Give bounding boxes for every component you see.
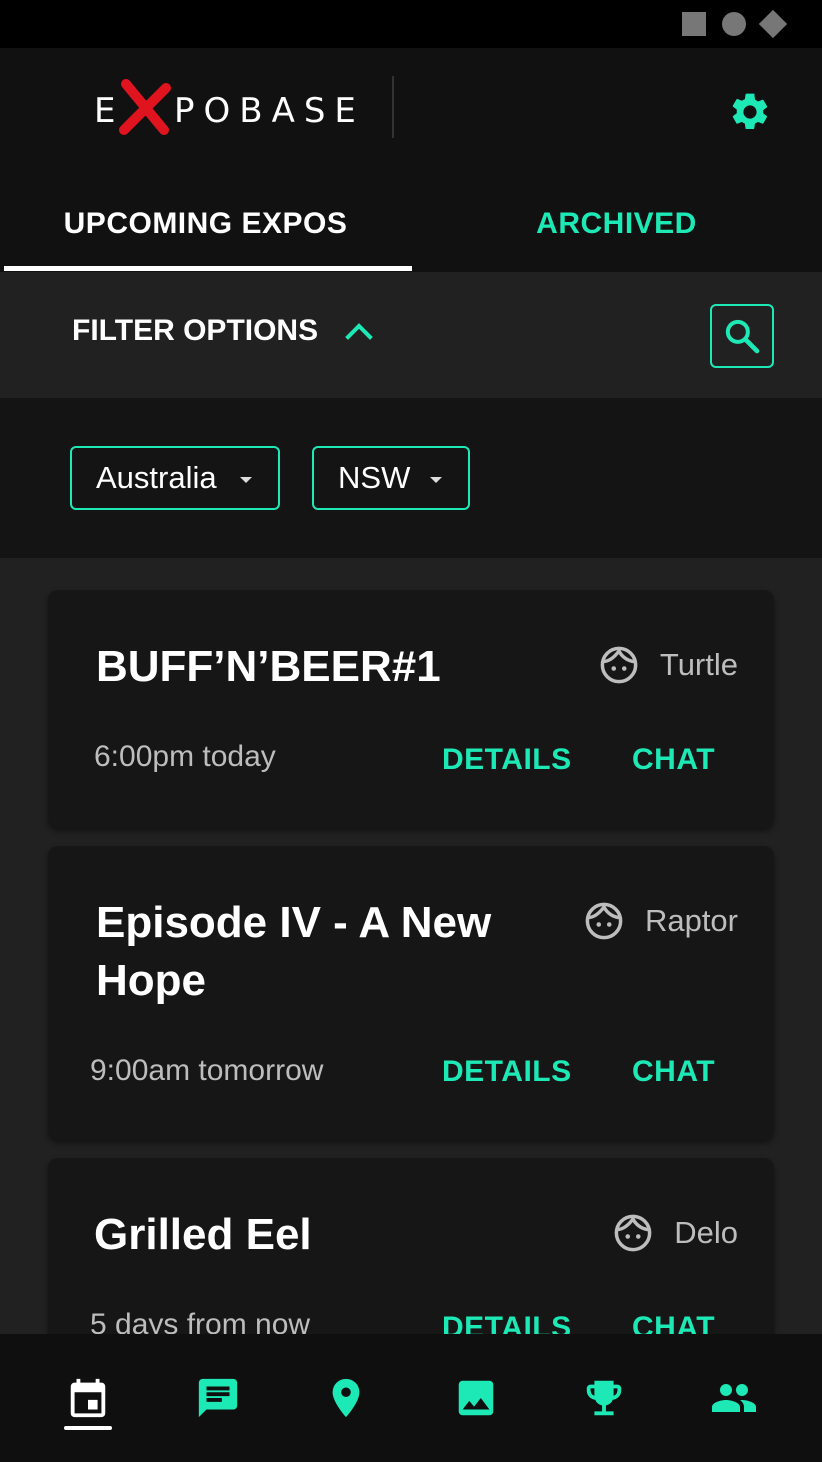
dropdown-caret-icon (240, 477, 252, 483)
filter-options-label: FILTER OPTIONS (72, 314, 319, 347)
active-nav-indicator (64, 1426, 112, 1430)
expo-title: Grilled Eel (94, 1210, 312, 1259)
nav-location[interactable] (320, 1372, 372, 1424)
image-icon (458, 1380, 494, 1416)
expo-list[interactable]: BUFF’N’BEER#1 Turtle 6:00pm today DETAIL… (0, 558, 822, 1334)
expo-title: Episode IV - A New Hope (96, 894, 491, 1010)
expobase-logo-icon: E POBASE (94, 79, 365, 135)
details-button[interactable]: DETAILS (442, 1055, 572, 1089)
expo-host: Raptor (583, 900, 738, 942)
state-select-value: NSW (338, 460, 411, 495)
state-select[interactable]: NSW (312, 446, 470, 510)
expo-title: BUFF’N’BEER#1 (96, 642, 441, 691)
expo-card: Grilled Eel Delo 5 days from now DETAILS… (48, 1158, 774, 1334)
expo-card: Episode IV - A New Hope Raptor 9:00am to… (48, 846, 774, 1140)
expo-host-name: Delo (674, 1215, 738, 1250)
bottom-navigation (0, 1334, 822, 1462)
square-icon (682, 12, 706, 36)
people-icon (712, 1384, 756, 1412)
chat-icon (198, 1378, 238, 1418)
search-button[interactable] (710, 304, 774, 368)
tab-bar: UPCOMING EXPOS ARCHIVED (0, 176, 822, 272)
filter-panel: Australia NSW (0, 398, 822, 558)
expo-time: 6:00pm today (94, 740, 276, 773)
chevron-up-icon (345, 323, 373, 340)
country-select[interactable]: Australia (70, 446, 280, 510)
status-bar (0, 0, 822, 48)
nav-awards[interactable] (578, 1372, 630, 1424)
tab-archived[interactable]: ARCHIVED (411, 176, 822, 272)
settings-button[interactable] (726, 88, 774, 136)
expo-host-name: Raptor (644, 903, 738, 938)
location-pin-icon (332, 1378, 360, 1418)
svg-text:E: E (94, 91, 124, 131)
details-button[interactable]: DETAILS (442, 1311, 572, 1334)
circle-icon (722, 12, 746, 36)
face-icon (614, 1214, 652, 1252)
svg-text:POBASE: POBASE (174, 91, 365, 131)
app-logo: E POBASE (94, 74, 396, 140)
nav-chat[interactable] (192, 1372, 244, 1424)
chat-button[interactable]: CHAT (632, 743, 715, 777)
expo-host-name: Turtle (659, 647, 738, 682)
filter-bar: FILTER OPTIONS (0, 272, 822, 398)
calendar-icon (70, 1378, 106, 1418)
expo-time: 5 days from now (90, 1308, 311, 1334)
logo-divider (392, 76, 394, 138)
trophy-icon (586, 1380, 622, 1416)
details-button[interactable]: DETAILS (442, 743, 572, 777)
expo-host: Turtle (598, 644, 738, 686)
nav-calendar[interactable] (62, 1372, 114, 1424)
chat-button[interactable]: CHAT (632, 1055, 715, 1089)
expo-title-line: Hope (96, 956, 206, 1005)
gear-icon (732, 93, 768, 129)
nav-people[interactable] (708, 1372, 760, 1424)
tab-upcoming-expos[interactable]: UPCOMING EXPOS (0, 176, 411, 272)
expo-card: BUFF’N’BEER#1 Turtle 6:00pm today DETAIL… (48, 590, 774, 828)
nav-gallery[interactable] (450, 1372, 502, 1424)
expo-host: Delo (612, 1212, 738, 1254)
search-icon (725, 319, 760, 354)
expo-title-line: Episode IV - A New (96, 898, 492, 947)
chat-button[interactable]: CHAT (632, 1311, 715, 1334)
active-tab-indicator (4, 266, 412, 271)
face-icon (600, 646, 638, 684)
filter-options-toggle[interactable]: FILTER OPTIONS (72, 314, 374, 348)
expo-time: 9:00am tomorrow (90, 1054, 324, 1087)
diamond-icon (758, 9, 788, 39)
face-icon (585, 902, 623, 940)
dropdown-caret-icon (430, 477, 442, 483)
country-select-value: Australia (96, 460, 217, 495)
